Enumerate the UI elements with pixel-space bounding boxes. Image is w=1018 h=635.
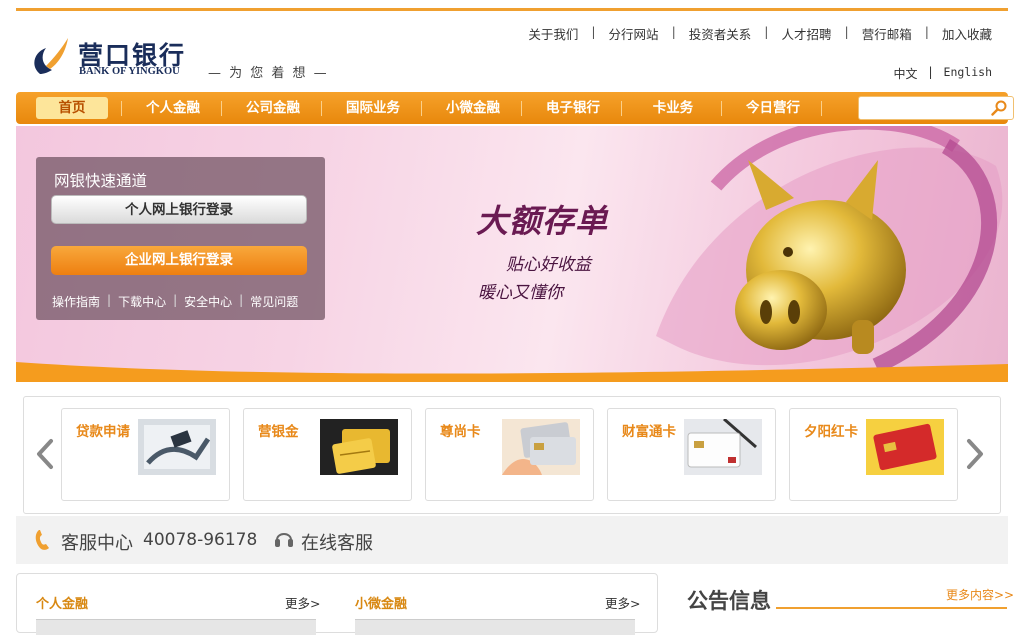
quick-links: 操作指南 | 下载中心 | 安全中心 | 常见问题 [52,293,298,310]
product-label: 营银金 [258,424,299,440]
personal-finance-title: 个人金融 [36,597,89,612]
personal-finance-tab-strip [36,619,316,635]
online-service-link[interactable]: 在线客服 [301,529,373,555]
separator: | [844,24,849,39]
banner-subline-2: 暖心又懂你 [478,283,563,303]
hero-banner[interactable]: 网银快速通道 个人网上银行登录 企业网上银行登录 操作指南 | 下载中心 | 安全中… [16,126,1008,382]
banner-subline-1: 贴心好收益 [506,255,591,275]
senior-card-image [866,419,944,475]
notice-underline [776,607,1007,609]
small-business-title: 小微金融 [355,597,408,612]
main-nav: 首页 个人金融 公司金融 国际业务 小微金融 电子银行 卡业务 今日营行 [16,92,1014,124]
search-icon[interactable] [991,100,1007,116]
lang-english[interactable]: English [944,65,992,82]
nav-international[interactable]: 国际业务 [333,92,413,124]
nav-small-business[interactable]: 小微金融 [433,92,513,124]
link-about[interactable]: 关于我们 [528,24,578,43]
golden-piggy-bank-image [735,160,906,354]
lang-chinese[interactable]: 中文 [893,65,917,82]
product-label: 财富通卡 [622,424,676,440]
link-bookmark[interactable]: 加入收藏 [942,24,992,43]
nav-separator [121,101,122,116]
nav-separator [321,101,322,116]
link-branches[interactable]: 分行网站 [609,24,659,43]
product-card-senior[interactable]: 夕阳红卡 [789,408,958,501]
content-columns-panel: 个人金融 更多> 小微金融 更多> [16,573,658,635]
personal-login-button[interactable]: 个人网上银行登录 [51,195,307,224]
ebank-quick-panel: 网银快速通道 个人网上银行登录 企业网上银行登录 操作指南 | 下载中心 | 安全中… [36,157,325,320]
product-label: 夕阳红卡 [804,424,858,440]
link-security[interactable]: 安全中心 [184,293,232,310]
nav-cards[interactable]: 卡业务 [633,92,713,124]
product-card-loan[interactable]: 贷款申请 [61,408,230,501]
separator: | [764,24,769,39]
carousel-next-icon[interactable] [964,437,986,471]
quick-panel-title: 网银快速通道 [54,172,148,190]
product-card-gold[interactable]: 营银金 [243,408,412,501]
carousel-prev-icon[interactable] [34,437,56,471]
language-switch: 中文 | English [893,65,992,82]
banner-headline: 大额存单 [476,202,609,240]
loan-handshake-image [138,419,216,475]
separator: | [173,293,178,307]
separator: | [924,24,929,39]
nav-today[interactable]: 今日营行 [733,92,813,124]
top-accent-line [16,8,1008,11]
service-center-label: 客服中心 [61,533,133,554]
small-business-more-link[interactable]: 更多> [605,593,640,612]
nav-separator [821,101,822,116]
link-mailbox[interactable]: 营行邮箱 [862,24,912,43]
separator: | [591,24,596,39]
small-business-tab-strip [355,619,635,635]
separator: | [239,293,244,307]
nav-home[interactable]: 首页 [36,97,108,119]
link-careers[interactable]: 人才招聘 [782,24,832,43]
link-investors[interactable]: 投资者关系 [689,24,752,43]
product-carousel: 贷款申请 营银金 尊尚卡 财富通卡 夕阳红卡 [23,396,1001,514]
nav-ebanking[interactable]: 电子银行 [533,92,613,124]
product-card-wealth[interactable]: 财富通卡 [607,408,776,501]
link-download[interactable]: 下载中心 [118,293,166,310]
wealth-card-image [684,419,762,475]
premium-card-image [502,419,580,475]
bank-logo-icon[interactable] [32,36,70,76]
corporate-login-button[interactable]: 企业网上银行登录 [51,246,307,275]
notice-more-link[interactable]: 更多内容>> [946,586,1014,603]
separator: | [928,65,933,79]
link-guide[interactable]: 操作指南 [52,293,100,310]
product-label: 贷款申请 [76,424,130,440]
nav-separator [221,101,222,116]
customer-service-bar: 客服中心 40078-96178 在线客服 [16,516,1008,564]
separator: | [107,293,112,307]
gold-bar-image [320,419,398,475]
headset-icon[interactable] [274,528,294,550]
phone-icon [35,530,49,550]
nav-separator [721,101,722,116]
notice-title: 公告信息 [687,589,771,613]
product-card-premium[interactable]: 尊尚卡 [425,408,594,501]
nav-personal[interactable]: 个人金融 [133,92,213,124]
separator: | [671,24,676,39]
search-input[interactable] [858,96,1014,120]
brand-slogan: — 为 您 着 想 — [208,66,329,81]
top-links: 关于我们 | 分行网站 | 投资者关系 | 人才招聘 | 营行邮箱 | 加入收藏 [528,24,992,43]
service-phone-number: 40078-96178 [143,530,258,550]
nav-separator [521,101,522,116]
bank-name-en: BANK OF YINGKOU [79,66,180,77]
nav-separator [421,101,422,116]
link-faq[interactable]: 常见问题 [250,293,298,310]
nav-separator [621,101,622,116]
personal-finance-more-link[interactable]: 更多> [285,593,320,612]
nav-corporate[interactable]: 公司金融 [233,92,313,124]
product-label: 尊尚卡 [440,424,481,440]
